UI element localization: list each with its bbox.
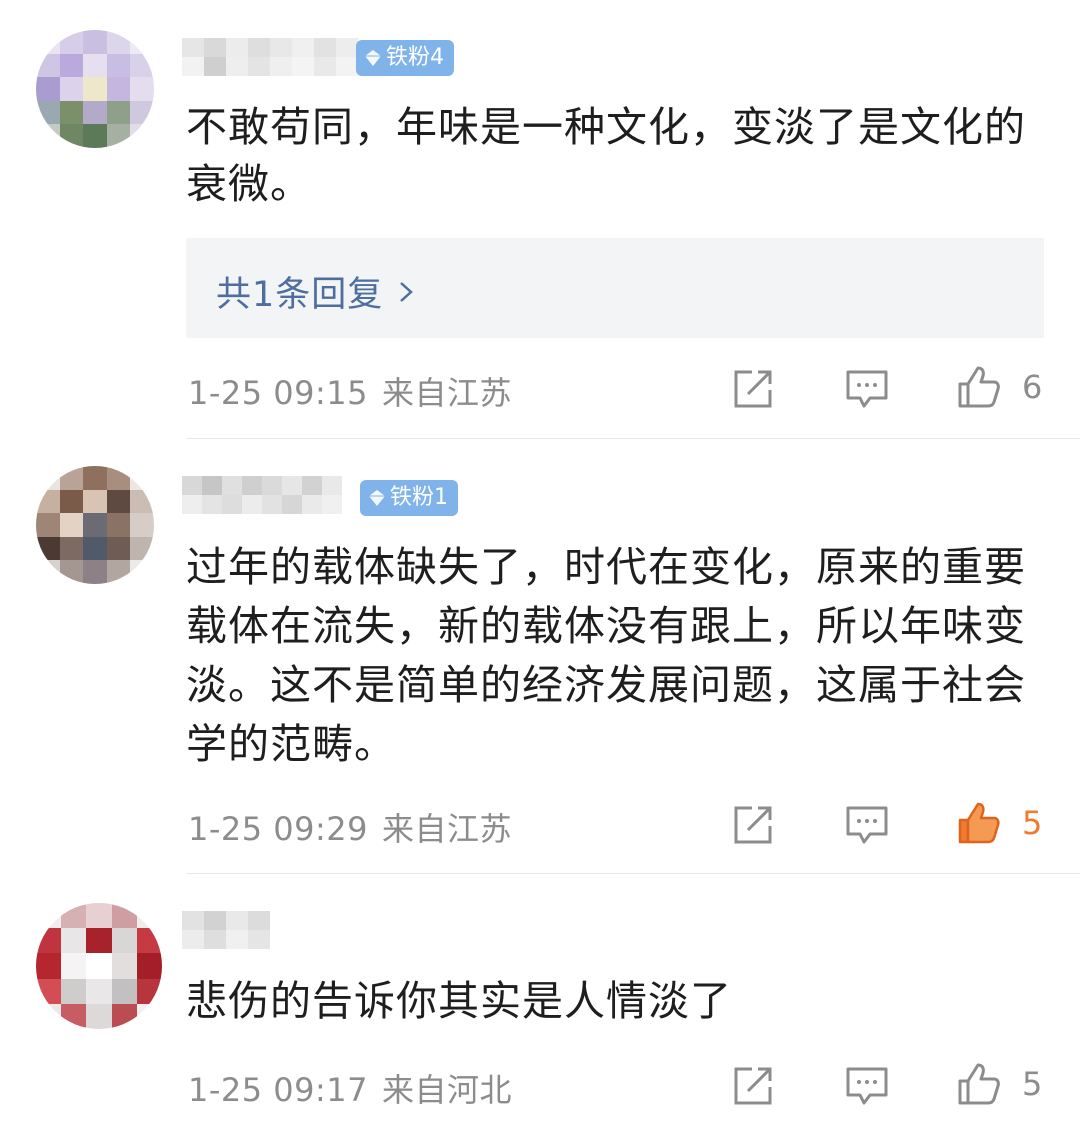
diamond-icon bbox=[369, 490, 385, 506]
fan-level-badge: 铁粉1 bbox=[360, 480, 458, 516]
view-replies-link[interactable]: 共1条回复 bbox=[216, 266, 415, 317]
like-count: 6 bbox=[1022, 368, 1043, 406]
username-blurred[interactable] bbox=[182, 476, 342, 514]
divider bbox=[186, 873, 1080, 874]
location: 来自河北 bbox=[382, 1071, 513, 1109]
like-count: 5 bbox=[1022, 1065, 1043, 1103]
comment-icon[interactable] bbox=[844, 366, 890, 412]
badge-label: 铁粉1 bbox=[390, 485, 448, 510]
avatar[interactable] bbox=[36, 30, 154, 148]
share-icon[interactable] bbox=[730, 802, 776, 848]
comment-item: 悲伤的告诉你其实是人情淡了 1-25 09:17 来自河北 5 bbox=[0, 875, 1080, 1140]
thumbs-up-icon[interactable] bbox=[956, 1061, 1002, 1107]
comment-text: 不敢苟同，年味是一种文化，变淡了是文化的衰微。 bbox=[186, 103, 1026, 208]
badge-label: 铁粉4 bbox=[386, 45, 444, 70]
fan-level-badge: 铁粉4 bbox=[356, 40, 454, 76]
replies-box[interactable]: 共1条回复 bbox=[186, 238, 1044, 338]
avatar[interactable] bbox=[36, 466, 154, 584]
like-count: 5 bbox=[1022, 804, 1043, 842]
comment-text: 悲伤的告诉你其实是人情淡了 bbox=[186, 977, 732, 1025]
view-replies-label: 共1条回复 bbox=[216, 275, 384, 315]
comment-icon[interactable] bbox=[844, 802, 890, 848]
thumbs-up-icon-liked[interactable] bbox=[956, 800, 1002, 846]
share-icon[interactable] bbox=[730, 1063, 776, 1109]
location: 来自江苏 bbox=[382, 374, 513, 412]
location: 来自江苏 bbox=[382, 810, 513, 848]
diamond-icon bbox=[365, 50, 381, 66]
comment-icon[interactable] bbox=[844, 1063, 890, 1109]
comment-item: 铁粉1 过年的载体缺失了，时代在变化，原来的重要载体在流失，新的载体没有跟上，所… bbox=[0, 440, 1080, 875]
divider bbox=[186, 438, 1080, 439]
comment-meta: 1-25 09:29 来自江苏 bbox=[188, 804, 512, 850]
username-blurred[interactable] bbox=[182, 38, 358, 76]
comment-text: 过年的载体缺失了，时代在变化，原来的重要载体在流失，新的载体没有跟上，所以年味变… bbox=[186, 543, 1026, 768]
timestamp: 1-25 09:15 bbox=[188, 374, 369, 412]
comment-item: 铁粉4 不敢苟同，年味是一种文化，变淡了是文化的衰微。 共1条回复 1-25 0… bbox=[0, 0, 1080, 440]
chevron-right-icon bbox=[400, 281, 414, 302]
thumbs-up-icon[interactable] bbox=[956, 364, 1002, 410]
username-blurred[interactable] bbox=[182, 911, 270, 949]
comment-meta: 1-25 09:17 来自河北 bbox=[188, 1065, 512, 1111]
comment-meta: 1-25 09:15 来自江苏 bbox=[188, 368, 512, 414]
timestamp: 1-25 09:29 bbox=[188, 810, 369, 848]
share-icon[interactable] bbox=[730, 366, 776, 412]
avatar[interactable] bbox=[36, 903, 162, 1029]
timestamp: 1-25 09:17 bbox=[188, 1071, 369, 1109]
